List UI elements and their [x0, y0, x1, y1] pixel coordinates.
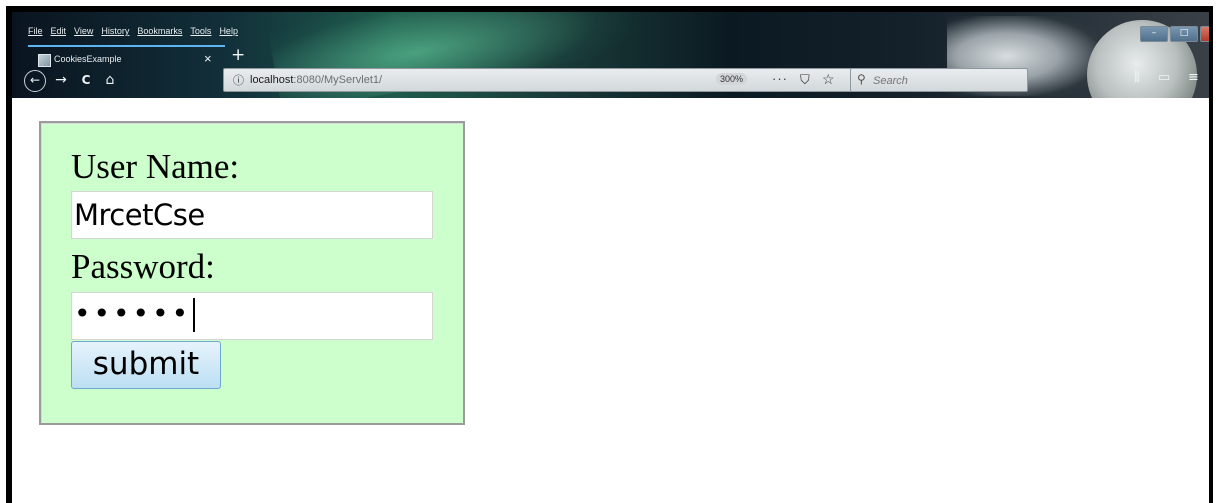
menu-bar: File Edit View History Bookmarks Tools H… — [28, 26, 238, 42]
search-icon: ⚲ — [857, 72, 866, 86]
menu-bookmarks[interactable]: Bookmarks — [137, 26, 182, 42]
library-icon[interactable]: ⫼ — [1134, 70, 1140, 85]
password-mask: •••••• — [74, 297, 192, 330]
search-box[interactable]: ⚲ — [850, 68, 1028, 92]
username-input[interactable]: MrcetCse — [71, 191, 433, 239]
window-controls: – □ x — [1140, 26, 1209, 42]
password-label: Password: — [71, 247, 215, 286]
back-button[interactable]: ← — [24, 70, 46, 92]
menu-tools[interactable]: Tools — [190, 26, 211, 42]
pocket-icon[interactable]: ⛉ — [800, 72, 810, 88]
url-host: localhost — [250, 74, 294, 86]
tab-title: CookiesExample — [54, 54, 122, 64]
maximize-button[interactable]: □ — [1170, 26, 1198, 42]
minimize-button[interactable]: – — [1140, 26, 1168, 42]
menu-history[interactable]: History — [101, 26, 129, 42]
hamburger-menu-icon[interactable]: ≡ — [1188, 70, 1199, 85]
address-bar[interactable]: ⓘ localhost:8080/MyServlet1/ 300% ··· ⛉ … — [223, 68, 853, 92]
menu-view[interactable]: View — [74, 26, 93, 42]
forward-button[interactable]: → — [53, 70, 69, 90]
login-form: User Name: MrcetCse Password: •••••• sub… — [39, 121, 465, 425]
reload-button[interactable]: C — [78, 70, 94, 90]
url-path: :8080/MyServlet1/ — [293, 74, 383, 86]
info-icon[interactable]: ⓘ — [233, 72, 244, 88]
window-border-left — [6, 6, 12, 503]
text-caret — [193, 298, 196, 332]
home-button[interactable]: ⌂ — [102, 70, 118, 90]
page-actions-button[interactable]: ··· — [772, 71, 788, 86]
star-icon[interactable]: ☆ — [822, 71, 835, 88]
menu-file[interactable]: File — [28, 26, 43, 42]
search-input[interactable] — [871, 72, 1025, 90]
password-input[interactable]: •••••• — [71, 292, 433, 340]
window-border-right — [1209, 6, 1213, 503]
zoom-level-badge[interactable]: 300% — [716, 73, 748, 85]
username-label: User Name: — [71, 147, 240, 186]
navigation-bar: ← → C ⌂ ⓘ localhost:8080/MyServlet1/ 300… — [12, 64, 1209, 98]
close-window-button[interactable]: x — [1200, 26, 1209, 42]
sidebar-icon[interactable]: ▭ — [1158, 70, 1170, 85]
menu-edit[interactable]: Edit — [51, 26, 67, 42]
menu-help[interactable]: Help — [219, 26, 238, 42]
url-text[interactable]: localhost:8080/MyServlet1/ — [250, 74, 382, 86]
submit-button[interactable]: submit — [71, 341, 221, 389]
page-content: User Name: MrcetCse Password: •••••• sub… — [12, 98, 1209, 503]
new-tab-button[interactable]: + — [231, 45, 245, 65]
